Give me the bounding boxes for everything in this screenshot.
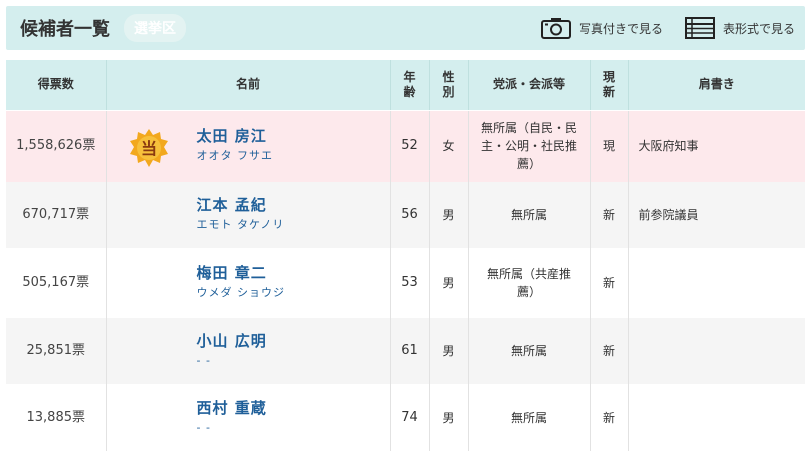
party-cell: 無所属 bbox=[468, 182, 591, 248]
col-party: 党派・会派等 bbox=[468, 60, 591, 111]
candidate-name[interactable]: 西村 重蔵 bbox=[197, 399, 390, 417]
candidate-kana: オオタ フサエ bbox=[196, 149, 273, 163]
col-name: 名前 bbox=[106, 60, 391, 111]
candidate-table: 得票数 名前 年 齢 性 別 党派・会派等 現 新 肩書き 1,558,626票… bbox=[6, 60, 805, 451]
gender-cell: 男 bbox=[429, 248, 469, 318]
col-votes: 得票数 bbox=[6, 60, 107, 111]
col-status: 現 新 bbox=[590, 60, 629, 111]
status-cell: 新 bbox=[590, 318, 629, 384]
winner-mark: 当 bbox=[140, 139, 156, 158]
candidate-kana: - - bbox=[196, 420, 211, 434]
votes-cell: 670,717票 bbox=[6, 182, 107, 248]
table-row: 670,717票 江本 孟紀 エモト タケノリ 56 男 無所属 新 前参院議員 bbox=[6, 182, 805, 248]
view-switcher: 写真付きで見る 表形式で見る bbox=[519, 6, 795, 50]
table-row: 25,851票 小山 広明 - - 61 男 無所属 新 bbox=[6, 318, 805, 384]
col-age: 年 齢 bbox=[390, 60, 430, 111]
table-view-button[interactable]: 表形式で見る bbox=[684, 17, 795, 39]
page-title: 候補者一覧 bbox=[20, 19, 110, 40]
name-cell: 梅田 章二 ウメダ ショウジ bbox=[106, 248, 391, 318]
gender-cell: 男 bbox=[429, 318, 469, 384]
candidate-name[interactable]: 太田 房江 bbox=[197, 127, 390, 145]
votes-cell: 13,885票 bbox=[6, 384, 107, 451]
status-cell: 新 bbox=[590, 384, 629, 451]
candidate-name[interactable]: 梅田 章二 bbox=[197, 264, 390, 282]
status-cell: 新 bbox=[590, 248, 629, 318]
col-gender: 性 別 bbox=[429, 60, 469, 111]
name-cell: 当 太田 房江 オオタ フサエ bbox=[106, 110, 391, 182]
party-cell: 無所属（共産推薦） bbox=[468, 248, 591, 318]
age-cell: 56 bbox=[390, 182, 430, 248]
age-cell: 52 bbox=[390, 110, 430, 182]
table-row: 13,885票 西村 重蔵 - - 74 男 無所属 新 bbox=[6, 384, 805, 451]
table-header-row: 得票数 名前 年 齢 性 別 党派・会派等 現 新 肩書き bbox=[6, 60, 805, 111]
age-cell: 74 bbox=[390, 384, 430, 451]
candidate-kana: ウメダ ショウジ bbox=[196, 286, 285, 299]
votes-cell: 25,851票 bbox=[6, 318, 107, 384]
table-row: 505,167票 梅田 章二 ウメダ ショウジ 53 男 無所属（共産推薦） 新 bbox=[6, 248, 805, 318]
table-icon bbox=[684, 17, 715, 39]
winner-badge-icon: 当 bbox=[129, 129, 168, 168]
title-cell: 前参院議員 bbox=[628, 182, 805, 248]
status-cell: 新 bbox=[590, 182, 629, 248]
party-cell: 無所属（自民・民主・公明・社民推薦） bbox=[468, 110, 591, 182]
constituency-badge[interactable]: 選挙区 bbox=[124, 14, 186, 42]
party-cell: 無所属 bbox=[468, 318, 591, 384]
party-cell: 無所属 bbox=[468, 384, 591, 451]
candidate-name[interactable]: 小山 広明 bbox=[197, 332, 390, 350]
votes-cell: 505,167票 bbox=[6, 248, 107, 318]
candidate-kana: エモト タケノリ bbox=[196, 218, 285, 231]
name-cell: 西村 重蔵 - - bbox=[106, 384, 391, 451]
photo-view-label: 写真付きで見る bbox=[578, 21, 663, 36]
title-cell: 大阪府知事 bbox=[628, 110, 805, 182]
age-cell: 53 bbox=[390, 248, 430, 318]
candidate-list-header: 候補者一覧 選挙区 写真付きで見る 表形式で見る bbox=[6, 6, 805, 50]
name-cell: 小山 広明 - - bbox=[106, 318, 391, 384]
table-view-label: 表形式で見る bbox=[722, 21, 795, 36]
title-cell bbox=[628, 248, 805, 318]
camera-icon bbox=[540, 18, 571, 39]
candidate-name[interactable]: 江本 孟紀 bbox=[197, 196, 390, 214]
title-cell bbox=[628, 384, 805, 451]
gender-cell: 女 bbox=[429, 110, 469, 182]
title-cell bbox=[628, 318, 805, 384]
photo-view-button[interactable]: 写真付きで見る bbox=[540, 17, 663, 39]
col-title: 肩書き bbox=[628, 60, 805, 111]
candidate-kana: - - bbox=[196, 354, 211, 367]
gender-cell: 男 bbox=[429, 182, 469, 248]
gender-cell: 男 bbox=[429, 384, 469, 451]
votes-cell: 1,558,626票 bbox=[6, 110, 107, 182]
table-row: 1,558,626票 当 太田 房江 オオタ フサエ 52 女 無所属（自民・民… bbox=[6, 110, 805, 182]
name-cell: 江本 孟紀 エモト タケノリ bbox=[106, 182, 391, 248]
status-cell: 現 bbox=[590, 110, 629, 182]
age-cell: 61 bbox=[390, 318, 430, 384]
